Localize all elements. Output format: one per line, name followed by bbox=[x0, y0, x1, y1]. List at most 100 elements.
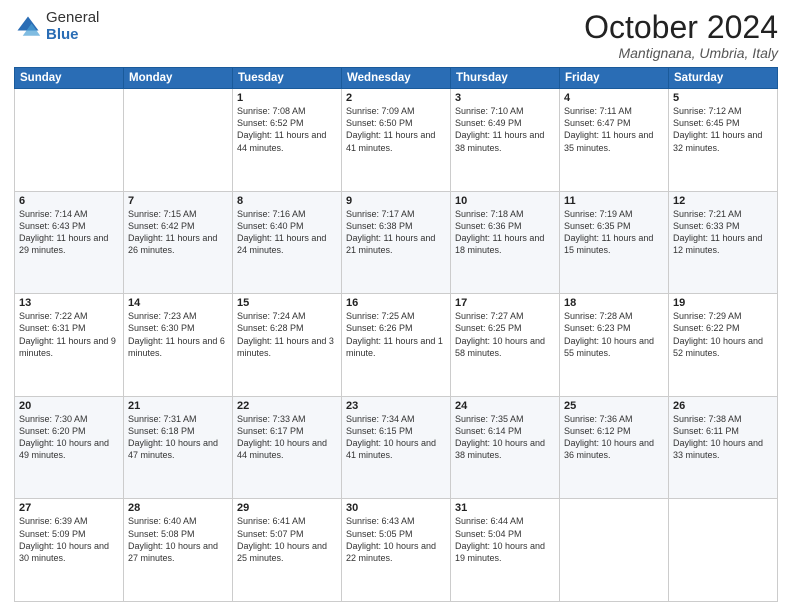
title-block: October 2024 Mantignana, Umbria, Italy bbox=[584, 10, 778, 61]
day-number: 31 bbox=[455, 502, 555, 514]
day-cell-3-2: 22Sunrise: 7:33 AM Sunset: 6:17 PM Dayli… bbox=[233, 396, 342, 499]
day-detail: Sunrise: 6:44 AM Sunset: 5:04 PM Dayligh… bbox=[455, 515, 555, 564]
page-header: General Blue October 2024 Mantignana, Um… bbox=[14, 10, 778, 61]
day-detail: Sunrise: 7:31 AM Sunset: 6:18 PM Dayligh… bbox=[128, 413, 228, 462]
day-detail: Sunrise: 6:41 AM Sunset: 5:07 PM Dayligh… bbox=[237, 515, 337, 564]
location-subtitle: Mantignana, Umbria, Italy bbox=[584, 45, 778, 61]
week-row-4: 20Sunrise: 7:30 AM Sunset: 6:20 PM Dayli… bbox=[15, 396, 778, 499]
col-monday: Monday bbox=[124, 68, 233, 89]
day-cell-3-6: 26Sunrise: 7:38 AM Sunset: 6:11 PM Dayli… bbox=[669, 396, 778, 499]
month-title: October 2024 bbox=[584, 10, 778, 45]
day-detail: Sunrise: 7:25 AM Sunset: 6:26 PM Dayligh… bbox=[346, 310, 446, 359]
day-detail: Sunrise: 7:33 AM Sunset: 6:17 PM Dayligh… bbox=[237, 413, 337, 462]
day-cell-3-4: 24Sunrise: 7:35 AM Sunset: 6:14 PM Dayli… bbox=[451, 396, 560, 499]
day-number: 15 bbox=[237, 297, 337, 309]
day-detail: Sunrise: 7:19 AM Sunset: 6:35 PM Dayligh… bbox=[564, 208, 664, 257]
day-detail: Sunrise: 7:12 AM Sunset: 6:45 PM Dayligh… bbox=[673, 105, 773, 154]
day-number: 7 bbox=[128, 195, 228, 207]
col-saturday: Saturday bbox=[669, 68, 778, 89]
day-number: 29 bbox=[237, 502, 337, 514]
day-detail: Sunrise: 6:39 AM Sunset: 5:09 PM Dayligh… bbox=[19, 515, 119, 564]
day-detail: Sunrise: 7:30 AM Sunset: 6:20 PM Dayligh… bbox=[19, 413, 119, 462]
day-number: 17 bbox=[455, 297, 555, 309]
day-number: 28 bbox=[128, 502, 228, 514]
day-number: 14 bbox=[128, 297, 228, 309]
day-cell-1-5: 11Sunrise: 7:19 AM Sunset: 6:35 PM Dayli… bbox=[560, 191, 669, 294]
day-number: 4 bbox=[564, 92, 664, 104]
day-number: 26 bbox=[673, 400, 773, 412]
day-cell-4-4: 31Sunrise: 6:44 AM Sunset: 5:04 PM Dayli… bbox=[451, 499, 560, 602]
day-cell-1-2: 8Sunrise: 7:16 AM Sunset: 6:40 PM Daylig… bbox=[233, 191, 342, 294]
day-cell-4-3: 30Sunrise: 6:43 AM Sunset: 5:05 PM Dayli… bbox=[342, 499, 451, 602]
day-cell-2-4: 17Sunrise: 7:27 AM Sunset: 6:25 PM Dayli… bbox=[451, 294, 560, 397]
day-number: 27 bbox=[19, 502, 119, 514]
col-tuesday: Tuesday bbox=[233, 68, 342, 89]
day-detail: Sunrise: 7:21 AM Sunset: 6:33 PM Dayligh… bbox=[673, 208, 773, 257]
day-cell-2-1: 14Sunrise: 7:23 AM Sunset: 6:30 PM Dayli… bbox=[124, 294, 233, 397]
day-detail: Sunrise: 7:23 AM Sunset: 6:30 PM Dayligh… bbox=[128, 310, 228, 359]
col-sunday: Sunday bbox=[15, 68, 124, 89]
day-number: 2 bbox=[346, 92, 446, 104]
day-cell-1-6: 12Sunrise: 7:21 AM Sunset: 6:33 PM Dayli… bbox=[669, 191, 778, 294]
day-number: 25 bbox=[564, 400, 664, 412]
day-cell-1-0: 6Sunrise: 7:14 AM Sunset: 6:43 PM Daylig… bbox=[15, 191, 124, 294]
day-detail: Sunrise: 7:36 AM Sunset: 6:12 PM Dayligh… bbox=[564, 413, 664, 462]
day-number: 24 bbox=[455, 400, 555, 412]
day-detail: Sunrise: 7:15 AM Sunset: 6:42 PM Dayligh… bbox=[128, 208, 228, 257]
day-detail: Sunrise: 7:29 AM Sunset: 6:22 PM Dayligh… bbox=[673, 310, 773, 359]
day-cell-0-6: 5Sunrise: 7:12 AM Sunset: 6:45 PM Daylig… bbox=[669, 89, 778, 192]
day-number: 8 bbox=[237, 195, 337, 207]
week-row-3: 13Sunrise: 7:22 AM Sunset: 6:31 PM Dayli… bbox=[15, 294, 778, 397]
day-detail: Sunrise: 7:24 AM Sunset: 6:28 PM Dayligh… bbox=[237, 310, 337, 359]
day-number: 22 bbox=[237, 400, 337, 412]
day-cell-2-5: 18Sunrise: 7:28 AM Sunset: 6:23 PM Dayli… bbox=[560, 294, 669, 397]
day-cell-1-4: 10Sunrise: 7:18 AM Sunset: 6:36 PM Dayli… bbox=[451, 191, 560, 294]
calendar-table: Sunday Monday Tuesday Wednesday Thursday… bbox=[14, 67, 778, 602]
day-cell-4-5 bbox=[560, 499, 669, 602]
day-number: 11 bbox=[564, 195, 664, 207]
day-number: 16 bbox=[346, 297, 446, 309]
col-thursday: Thursday bbox=[451, 68, 560, 89]
logo-blue-text: Blue bbox=[46, 27, 99, 44]
day-detail: Sunrise: 6:43 AM Sunset: 5:05 PM Dayligh… bbox=[346, 515, 446, 564]
day-detail: Sunrise: 7:08 AM Sunset: 6:52 PM Dayligh… bbox=[237, 105, 337, 154]
day-number: 20 bbox=[19, 400, 119, 412]
day-number: 12 bbox=[673, 195, 773, 207]
day-detail: Sunrise: 7:38 AM Sunset: 6:11 PM Dayligh… bbox=[673, 413, 773, 462]
day-cell-4-6 bbox=[669, 499, 778, 602]
day-cell-4-2: 29Sunrise: 6:41 AM Sunset: 5:07 PM Dayli… bbox=[233, 499, 342, 602]
day-cell-3-5: 25Sunrise: 7:36 AM Sunset: 6:12 PM Dayli… bbox=[560, 396, 669, 499]
day-cell-2-3: 16Sunrise: 7:25 AM Sunset: 6:26 PM Dayli… bbox=[342, 294, 451, 397]
day-detail: Sunrise: 7:09 AM Sunset: 6:50 PM Dayligh… bbox=[346, 105, 446, 154]
day-cell-0-1 bbox=[124, 89, 233, 192]
day-number: 18 bbox=[564, 297, 664, 309]
day-cell-1-1: 7Sunrise: 7:15 AM Sunset: 6:42 PM Daylig… bbox=[124, 191, 233, 294]
col-wednesday: Wednesday bbox=[342, 68, 451, 89]
day-cell-0-5: 4Sunrise: 7:11 AM Sunset: 6:47 PM Daylig… bbox=[560, 89, 669, 192]
day-cell-3-1: 21Sunrise: 7:31 AM Sunset: 6:18 PM Dayli… bbox=[124, 396, 233, 499]
day-cell-3-0: 20Sunrise: 7:30 AM Sunset: 6:20 PM Dayli… bbox=[15, 396, 124, 499]
day-detail: Sunrise: 7:34 AM Sunset: 6:15 PM Dayligh… bbox=[346, 413, 446, 462]
day-cell-2-0: 13Sunrise: 7:22 AM Sunset: 6:31 PM Dayli… bbox=[15, 294, 124, 397]
day-number: 6 bbox=[19, 195, 119, 207]
day-cell-0-0 bbox=[15, 89, 124, 192]
day-cell-0-2: 1Sunrise: 7:08 AM Sunset: 6:52 PM Daylig… bbox=[233, 89, 342, 192]
day-cell-0-4: 3Sunrise: 7:10 AM Sunset: 6:49 PM Daylig… bbox=[451, 89, 560, 192]
col-friday: Friday bbox=[560, 68, 669, 89]
day-number: 30 bbox=[346, 502, 446, 514]
day-cell-2-2: 15Sunrise: 7:24 AM Sunset: 6:28 PM Dayli… bbox=[233, 294, 342, 397]
day-cell-0-3: 2Sunrise: 7:09 AM Sunset: 6:50 PM Daylig… bbox=[342, 89, 451, 192]
day-number: 19 bbox=[673, 297, 773, 309]
day-number: 9 bbox=[346, 195, 446, 207]
day-cell-3-3: 23Sunrise: 7:34 AM Sunset: 6:15 PM Dayli… bbox=[342, 396, 451, 499]
day-number: 21 bbox=[128, 400, 228, 412]
day-number: 3 bbox=[455, 92, 555, 104]
day-cell-2-6: 19Sunrise: 7:29 AM Sunset: 6:22 PM Dayli… bbox=[669, 294, 778, 397]
day-detail: Sunrise: 7:10 AM Sunset: 6:49 PM Dayligh… bbox=[455, 105, 555, 154]
day-number: 5 bbox=[673, 92, 773, 104]
day-detail: Sunrise: 7:17 AM Sunset: 6:38 PM Dayligh… bbox=[346, 208, 446, 257]
day-number: 1 bbox=[237, 92, 337, 104]
day-cell-1-3: 9Sunrise: 7:17 AM Sunset: 6:38 PM Daylig… bbox=[342, 191, 451, 294]
logo-icon bbox=[14, 13, 42, 41]
day-cell-4-0: 27Sunrise: 6:39 AM Sunset: 5:09 PM Dayli… bbox=[15, 499, 124, 602]
